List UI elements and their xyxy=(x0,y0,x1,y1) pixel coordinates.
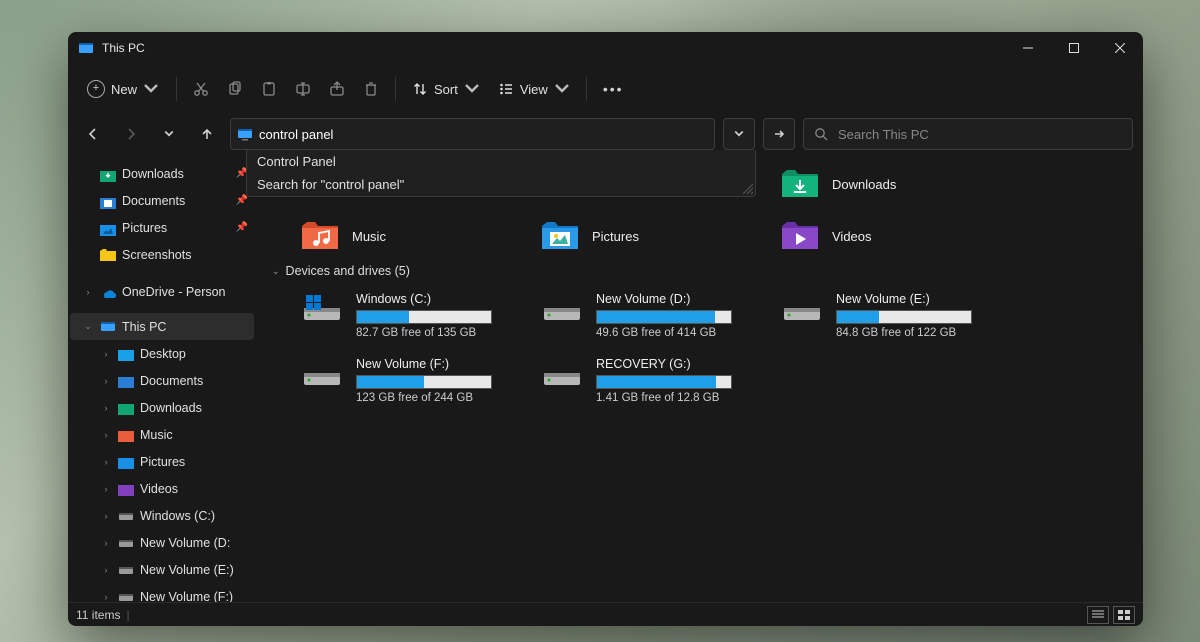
drive-item[interactable]: New Volume (D:) 49.6 GB free of 414 GB xyxy=(512,288,752,343)
app-icon xyxy=(78,40,94,56)
sort-button[interactable]: Sort xyxy=(404,71,488,107)
sidebar-item-vole[interactable]: ›New Volume (E:) xyxy=(70,556,254,583)
pin-icon: 📌 xyxy=(236,222,248,233)
sidebar-item-volf[interactable]: ›New Volume (F:) xyxy=(70,583,254,602)
sidebar-item-sub-pictures[interactable]: ›Pictures xyxy=(70,448,254,475)
status-bar: 11 items | xyxy=(68,602,1143,626)
more-button[interactable]: ••• xyxy=(595,71,632,107)
drive-free: 84.8 GB free of 122 GB xyxy=(836,327,972,339)
drives-grid: Windows (C:) 82.7 GB free of 135 GB New Vo… xyxy=(272,288,1127,408)
expand-icon[interactable]: › xyxy=(82,287,94,297)
drive-free: 1.41 GB free of 12.8 GB xyxy=(596,392,732,404)
share-button[interactable] xyxy=(321,71,353,107)
sidebar-item-videos[interactable]: ›Videos xyxy=(70,475,254,502)
resize-grip-icon[interactable] xyxy=(743,184,753,194)
content-area: Desktop Documents Downloads Music Pictur… xyxy=(256,154,1143,602)
minimize-button[interactable] xyxy=(1005,32,1051,64)
item-count: 11 items xyxy=(76,608,120,622)
titlebar: This PC xyxy=(68,32,1143,64)
sidebar-item-vold[interactable]: ›New Volume (D: xyxy=(70,529,254,556)
drive-bar xyxy=(836,310,972,324)
maximize-button[interactable] xyxy=(1051,32,1097,64)
cut-button[interactable] xyxy=(185,71,217,107)
drive-name: RECOVERY (G:) xyxy=(596,357,732,371)
collapse-icon: ⌄ xyxy=(272,266,280,277)
sidebar-item-windowsc[interactable]: ›Windows (C:) xyxy=(70,502,254,529)
sidebar: Downloads📌 Documents📌 Pictures📌 Screensh… xyxy=(68,154,256,602)
new-button[interactable]: + New xyxy=(78,71,168,107)
explorer-window: This PC + New Sort View ••• xyxy=(68,32,1143,626)
drive-name: Windows (C:) xyxy=(356,292,492,306)
drive-free: 123 GB free of 244 GB xyxy=(356,392,492,404)
address-bar[interactable] xyxy=(230,118,715,150)
sidebar-item-sub-documents[interactable]: ›Documents xyxy=(70,367,254,394)
up-button[interactable] xyxy=(192,119,222,149)
rename-button[interactable] xyxy=(287,71,319,107)
address-input[interactable] xyxy=(259,127,708,142)
dropdown-item[interactable]: Search for "control panel" xyxy=(247,173,755,196)
close-button[interactable] xyxy=(1097,32,1143,64)
drive-item[interactable]: New Volume (F:) 123 GB free of 244 GB xyxy=(272,353,512,408)
drive-name: New Volume (F:) xyxy=(356,357,492,371)
address-history-button[interactable] xyxy=(723,118,755,150)
dropdown-item[interactable]: Control Panel xyxy=(247,150,755,173)
toolbar: + New Sort View ••• xyxy=(68,64,1143,114)
forward-button[interactable] xyxy=(116,119,146,149)
drive-icon xyxy=(542,357,582,387)
drive-icon xyxy=(782,292,822,322)
recent-button[interactable] xyxy=(154,119,184,149)
drives-header[interactable]: ⌄Devices and drives (5) xyxy=(272,264,1127,278)
monitor-icon xyxy=(237,126,253,142)
delete-button[interactable] xyxy=(355,71,387,107)
drive-bar xyxy=(596,375,732,389)
sidebar-item-documents[interactable]: Documents📌 xyxy=(70,187,254,214)
drive-bar xyxy=(356,310,492,324)
drive-bar xyxy=(596,310,732,324)
search-icon xyxy=(814,127,828,141)
search-placeholder: Search This PC xyxy=(838,127,929,142)
go-button[interactable] xyxy=(763,118,795,150)
navigation-row: Control Panel Search for "control panel"… xyxy=(68,114,1143,154)
sidebar-item-screenshots[interactable]: Screenshots xyxy=(70,241,254,268)
paste-button[interactable] xyxy=(253,71,285,107)
sidebar-item-sub-downloads[interactable]: ›Downloads xyxy=(70,394,254,421)
sidebar-item-downloads[interactable]: Downloads📌 xyxy=(70,160,254,187)
drive-item[interactable]: RECOVERY (G:) 1.41 GB free of 12.8 GB xyxy=(512,353,752,408)
drive-name: New Volume (D:) xyxy=(596,292,732,306)
search-box[interactable]: Search This PC xyxy=(803,118,1133,150)
window-title: This PC xyxy=(102,41,145,55)
drive-name: New Volume (E:) xyxy=(836,292,972,306)
details-view-button[interactable] xyxy=(1087,606,1109,624)
drive-bar xyxy=(356,375,492,389)
drive-item[interactable]: Windows (C:) 82.7 GB free of 135 GB xyxy=(272,288,512,343)
sidebar-item-thispc[interactable]: ⌄This PC xyxy=(70,313,254,340)
sidebar-item-pictures[interactable]: Pictures📌 xyxy=(70,214,254,241)
sidebar-item-desktop[interactable]: ›Desktop xyxy=(70,340,254,367)
drive-free: 49.6 GB free of 414 GB xyxy=(596,327,732,339)
address-dropdown: Control Panel Search for "control panel" xyxy=(246,150,756,197)
folder-videos[interactable]: Videos xyxy=(752,214,992,258)
folder-downloads[interactable]: Downloads xyxy=(752,162,992,206)
copy-button[interactable] xyxy=(219,71,251,107)
sidebar-item-onedrive[interactable]: ›OneDrive - Person xyxy=(70,278,254,305)
back-button[interactable] xyxy=(78,119,108,149)
folder-pictures[interactable]: Pictures xyxy=(512,214,752,258)
drive-icon xyxy=(542,292,582,322)
drive-item[interactable]: New Volume (E:) 84.8 GB free of 122 GB xyxy=(752,288,992,343)
icons-view-button[interactable] xyxy=(1113,606,1135,624)
pin-icon: 📌 xyxy=(236,195,248,206)
folder-music[interactable]: Music xyxy=(272,214,512,258)
drive-icon xyxy=(302,357,342,387)
drive-icon xyxy=(302,292,342,322)
view-button[interactable]: View xyxy=(490,71,578,107)
collapse-icon[interactable]: ⌄ xyxy=(82,321,94,332)
sidebar-item-music[interactable]: ›Music xyxy=(70,421,254,448)
drive-free: 82.7 GB free of 135 GB xyxy=(356,327,492,339)
